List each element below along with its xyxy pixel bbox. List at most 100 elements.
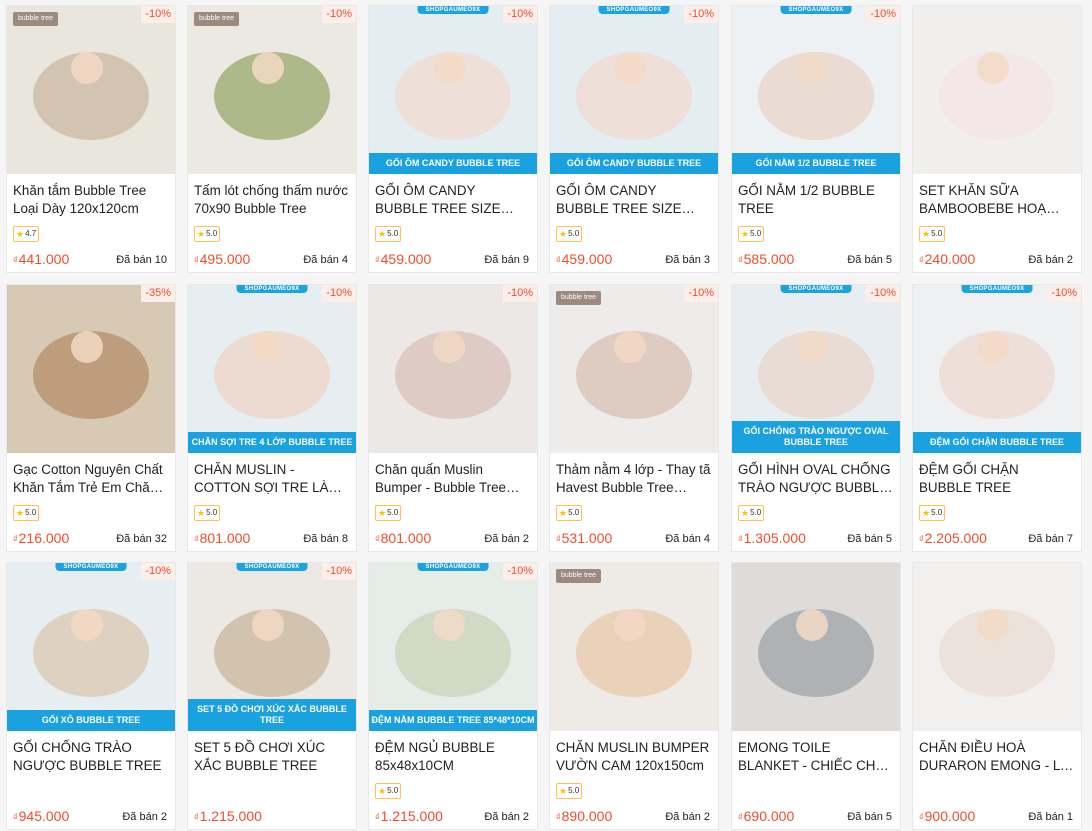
product-card[interactable]: SHOPGAUMEO9X -10% CHĂN SỢI TRE 4 LỚP BUBBL… — [187, 284, 357, 552]
currency-symbol: ₫ — [556, 255, 561, 265]
product-card[interactable]: SET KHĂN SỮA BAMBOOBEBE HOẠ TIẾT ★5.0 ₫240… — [912, 5, 1082, 273]
product-card[interactable]: bubble tree CHĂN MUSLIN BUMPER VƯỜN CAM 1… — [549, 562, 719, 830]
rating-badge: ★ 5.0 — [556, 226, 583, 242]
sold-count: Đã bán 1 — [1028, 811, 1073, 823]
star-icon: ★ — [197, 229, 206, 239]
product-image[interactable]: SHOPGAUMEO9X -10% ĐỆM NẰM BUBBLE TREE 85*4… — [369, 563, 537, 731]
rating-value: 5.0 — [931, 229, 943, 238]
product-title[interactable]: GỐI ÔM CANDY BUBBLE TREE SIZE LỚN — [375, 182, 531, 218]
star-icon: ★ — [559, 229, 568, 239]
rating-value: 5.0 — [931, 508, 943, 517]
sold-count: Đã bán 2 — [484, 533, 529, 545]
sold-count: Đã bán 5 — [847, 254, 892, 266]
product-price: ₫690.000 — [738, 808, 794, 824]
product-card[interactable]: EMONG TOILE BLANKET - CHIẾC CHĂN HIGH-EN… — [731, 562, 901, 830]
discount-badge: -10% — [141, 563, 175, 580]
product-image[interactable]: bubble tree -10% — [7, 6, 175, 174]
product-image[interactable]: SHOPGAUMEO9X -10% SET 5 ĐỒ CHƠI XÚC XẮC BU… — [188, 563, 356, 731]
product-title[interactable]: GỐI CHỐNG TRÀO NGƯỢC BUBBLE TREE — [13, 739, 169, 775]
product-image[interactable]: SHOPGAUMEO9X -10% GỐI XÔ BUBBLE TREE — [7, 563, 175, 731]
currency-symbol: ₫ — [13, 255, 18, 265]
product-image[interactable]: SHOPGAUMEO9X -10% GỐI ÔM CANDY BUBBLE TREE — [550, 6, 718, 174]
product-title[interactable]: ĐỆM NGỦ BUBBLE 85x48x10CM — [375, 739, 531, 775]
product-title[interactable]: GỐI HÌNH OVAL CHỐNG TRÀO NGƯỢC BUBBLE TR… — [738, 461, 894, 497]
price-value: 441.000 — [18, 251, 70, 267]
price-value: 1.215.000 — [380, 808, 443, 824]
shop-watermark: SHOPGAUMEO9X — [780, 285, 852, 293]
product-title[interactable]: Tấm lót chống thấm nước 70x90 Bubble Tre… — [194, 182, 350, 218]
product-title[interactable]: Khăn tắm Bubble Tree Loại Dày 120x120cm — [13, 182, 169, 218]
product-photo — [550, 6, 718, 174]
sold-count: Đã bán 10 — [116, 254, 167, 266]
product-title[interactable]: GỐI ÔM CANDY BUBBLE TREE SIZE NHỎ — [556, 182, 712, 218]
product-image[interactable]: SHOPGAUMEO9X -10% GỐI ÔM CANDY BUBBLE TREE — [369, 6, 537, 174]
product-card[interactable]: SHOPGAUMEO9X -10% ĐỆM GỐI CHẶN BUBBLE TREE… — [912, 284, 1082, 552]
product-title[interactable]: SET 5 ĐỒ CHƠI XÚC XẮC BUBBLE TREE — [194, 739, 350, 775]
product-image[interactable]: -35% — [7, 285, 175, 453]
product-card[interactable]: SHOPGAUMEO9X -10% GỐI ÔM CANDY BUBBLE TREE… — [368, 5, 538, 273]
image-banner: GỐI ÔM CANDY BUBBLE TREE — [550, 153, 718, 174]
product-image[interactable]: bubble tree -10% — [188, 6, 356, 174]
product-title[interactable]: GỐI NẰM 1/2 BUBBLE TREE — [738, 182, 894, 218]
currency-symbol: ₫ — [919, 255, 924, 265]
product-card[interactable]: CHĂN ĐIỀU HOÀ DURARON EMONG - L 110x150 ₫… — [912, 562, 1082, 830]
rating-value: 5.0 — [387, 786, 399, 795]
product-card[interactable]: bubble tree -10% Khăn tắm Bubble Tree Loại… — [6, 5, 176, 273]
product-image[interactable]: SHOPGAUMEO9X -10% CHĂN SỢI TRE 4 LỚP BUBBL… — [188, 285, 356, 453]
product-title[interactable]: EMONG TOILE BLANKET - CHIẾC CHĂN HIGH-EN… — [738, 739, 894, 775]
image-banner: GỐI XÔ BUBBLE TREE — [7, 710, 175, 731]
product-card[interactable]: -10% Chăn quấn Muslin Bumper - Bubble Tre… — [368, 284, 538, 552]
product-price: ₫2.205.000 — [919, 530, 987, 546]
discount-badge: -10% — [866, 285, 900, 302]
price-value: 801.000 — [199, 530, 251, 546]
product-title[interactable]: Gạc Cotton Nguyên Chất Khăn Tắm Trẻ Em C… — [13, 461, 169, 497]
product-title[interactable]: CHĂN MUSLIN BUMPER VƯỜN CAM 120x150cm — [556, 739, 712, 775]
product-title[interactable]: SET KHĂN SỮA BAMBOOBEBE HOẠ TIẾT — [919, 182, 1075, 218]
product-card[interactable]: -35% Gạc Cotton Nguyên Chất Khăn Tắm Trẻ … — [6, 284, 176, 552]
product-card[interactable]: bubble tree -10% Thảm nằm 4 lớp - Thay tã … — [549, 284, 719, 552]
product-price: ₫459.000 — [375, 251, 431, 267]
rating-value: 5.0 — [568, 229, 580, 238]
shop-watermark: SHOPGAUMEO9X — [780, 6, 852, 14]
product-card[interactable]: SHOPGAUMEO9X -10% ĐỆM NẰM BUBBLE TREE 85*4… — [368, 562, 538, 830]
product-card[interactable]: SHOPGAUMEO9X -10% GỐI CHỐNG TRÀO NGƯỢC OVA… — [731, 284, 901, 552]
product-price: ₫900.000 — [919, 808, 975, 824]
product-title[interactable]: Thảm nằm 4 lớp - Thay tã Havest Bubble T… — [556, 461, 712, 497]
product-image[interactable]: -10% — [369, 285, 537, 453]
product-card[interactable]: SHOPGAUMEO9X -10% GỐI ÔM CANDY BUBBLE TREE… — [549, 5, 719, 273]
product-image[interactable]: bubble tree — [550, 563, 718, 731]
product-image[interactable] — [913, 6, 1081, 174]
rating-badge: ★ 5.0 — [194, 505, 221, 521]
product-grid: bubble tree -10% Khăn tắm Bubble Tree Loại… — [0, 0, 1092, 831]
discount-badge: -10% — [141, 6, 175, 23]
product-price: ₫531.000 — [556, 530, 612, 546]
currency-symbol: ₫ — [738, 812, 743, 822]
brand-logo: bubble tree — [556, 569, 602, 583]
sold-count: Đã bán 4 — [665, 533, 710, 545]
product-photo — [913, 563, 1081, 731]
product-card[interactable]: SHOPGAUMEO9X -10% SET 5 ĐỒ CHƠI XÚC XẮC BU… — [187, 562, 357, 830]
rating-value: 5.0 — [568, 508, 580, 517]
currency-symbol: ₫ — [375, 255, 380, 265]
product-image[interactable] — [913, 563, 1081, 731]
product-card[interactable]: SHOPGAUMEO9X -10% GỐI NẰM 1/2 BUBBLE TREE G… — [731, 5, 901, 273]
product-title[interactable]: CHĂN MUSLIN - COTTON SỢI TRE LÀM MÁT 4 L… — [194, 461, 350, 497]
shop-watermark: SHOPGAUMEO9X — [236, 285, 308, 293]
star-icon: ★ — [922, 229, 931, 239]
product-image[interactable]: SHOPGAUMEO9X -10% GỐI CHỐNG TRÀO NGƯỢC OVA… — [732, 285, 900, 453]
product-image[interactable]: bubble tree -10% — [550, 285, 718, 453]
price-value: 945.000 — [18, 808, 70, 824]
product-image[interactable]: SHOPGAUMEO9X -10% ĐỆM GỐI CHẶN BUBBLE TREE — [913, 285, 1081, 453]
product-title[interactable]: ĐỆM GỐI CHẶN BUBBLE TREE — [919, 461, 1075, 497]
product-image[interactable]: SHOPGAUMEO9X -10% GỐI NẰM 1/2 BUBBLE TREE — [732, 6, 900, 174]
currency-symbol: ₫ — [738, 534, 743, 544]
price-value: 240.000 — [924, 251, 976, 267]
product-title[interactable]: Chăn quấn Muslin Bumper - Bubble Tree 12… — [375, 461, 531, 497]
product-title[interactable]: CHĂN ĐIỀU HOÀ DURARON EMONG - L 110x150 — [919, 739, 1075, 775]
product-card[interactable]: bubble tree -10% Tấm lót chống thấm nước 7… — [187, 5, 357, 273]
product-image[interactable] — [732, 563, 900, 731]
sold-count: Đã bán 2 — [122, 811, 167, 823]
rating-value: 5.0 — [25, 508, 37, 517]
discount-badge: -10% — [503, 285, 537, 302]
product-card[interactable]: SHOPGAUMEO9X -10% GỐI XÔ BUBBLE TREE GỐI CH… — [6, 562, 176, 830]
